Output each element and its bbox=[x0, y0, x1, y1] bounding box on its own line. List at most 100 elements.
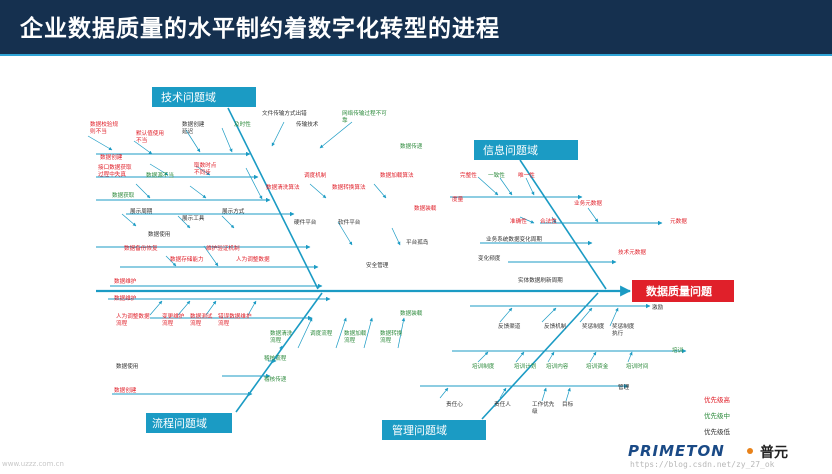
label-t12: 取数时点不同步 bbox=[194, 161, 217, 176]
label-m8: 培训计划 bbox=[514, 362, 537, 370]
label-i2: 一致性 bbox=[488, 171, 505, 179]
label-t4: 及时性 bbox=[234, 120, 251, 128]
fishbone-line bbox=[205, 300, 217, 316]
label-p6: 数据装载 bbox=[400, 309, 423, 317]
label-t10: 接口数据获取过程中失真 bbox=[98, 163, 132, 178]
fishbone-diagram: 数据校验规则不当默认值使用不当 数据创建延迟 及时性 文件传输方式出错传输技术 网络传输… bbox=[87, 87, 734, 440]
label-m5: 奖惩制度执行 bbox=[612, 322, 635, 337]
logo-dot-icon bbox=[747, 448, 753, 454]
fishbone-line bbox=[189, 185, 207, 199]
label-p3: 变更维护流程 bbox=[162, 312, 185, 327]
label-t19: 展示周期 bbox=[130, 208, 153, 215]
legend-low: 优先级低 bbox=[704, 427, 731, 436]
label-p4: 数据测试流程 bbox=[190, 312, 213, 327]
label-p11: 数据使用 bbox=[116, 362, 138, 370]
fishbone-line bbox=[373, 183, 387, 199]
label-i7: 业务元数据 bbox=[574, 199, 602, 207]
head-label: 数据质量问题 bbox=[646, 284, 713, 298]
fishbone-line bbox=[121, 213, 137, 227]
label-p5: 错误数据维护流程 bbox=[218, 312, 252, 327]
label-i12: 实体数据刷新周期 bbox=[518, 276, 563, 284]
label-m4: 奖惩制度 bbox=[582, 322, 605, 330]
label-t23: 硬件平台 bbox=[294, 218, 317, 226]
label-t28: 数据存储能力 bbox=[170, 255, 204, 263]
primeton-logo: PRIMETON 普元 bbox=[628, 442, 828, 462]
fishbone-line bbox=[589, 351, 597, 363]
label-i1: 完整性 bbox=[460, 171, 477, 179]
label-p8: 调度流程 bbox=[310, 329, 333, 337]
label-m6: 培训 bbox=[672, 346, 684, 354]
watermark-site: www.uzzz.com.cn bbox=[2, 460, 64, 468]
fishbone-line bbox=[319, 121, 353, 149]
label-t20: 展示工具 bbox=[182, 215, 205, 222]
label-m3: 反馈机制 bbox=[544, 322, 567, 330]
fishbone-line bbox=[221, 215, 235, 229]
label-i9: 业务系统数据变化周期 bbox=[486, 235, 542, 243]
label-m13: 责任心 bbox=[446, 400, 463, 408]
label-p7: 数据清洗流程 bbox=[270, 329, 293, 344]
fishbone-line bbox=[519, 159, 607, 290]
label-p2: 人为调整数据流程 bbox=[116, 312, 150, 327]
logo-chinese: 普元 bbox=[760, 445, 788, 461]
label-t1: 数据校验规则不当 bbox=[90, 120, 118, 135]
label-t14: 调度机制 bbox=[304, 171, 327, 179]
legend-high: 优先级高 bbox=[704, 395, 731, 404]
label-m15: 工作优先级 bbox=[532, 400, 555, 415]
label-t13: 数据获取 bbox=[112, 191, 135, 199]
label-t30: 安全管理 bbox=[366, 261, 389, 269]
label-t29: 人为调整数据 bbox=[236, 255, 270, 263]
fishbone-line bbox=[541, 307, 557, 323]
label-t6: 传输技术 bbox=[296, 120, 319, 128]
label-t22: 数据使用 bbox=[148, 230, 170, 238]
label-i6: 合法性 bbox=[540, 217, 557, 225]
fishbone-line bbox=[477, 351, 489, 363]
label-t3: 数据创建延迟 bbox=[182, 120, 205, 135]
label-t27: 平台孤岛 bbox=[406, 238, 429, 246]
fishbone-line bbox=[499, 177, 513, 196]
fishbone-line bbox=[177, 300, 191, 316]
label-t2: 默认值使用不当 bbox=[136, 129, 164, 144]
label-t24: 软件平台 bbox=[338, 218, 361, 226]
label-p9: 数据加载流程 bbox=[344, 329, 367, 344]
fishbone-line bbox=[587, 207, 599, 223]
label-t21: 展示方式 bbox=[222, 207, 245, 215]
label-i8: 元数据 bbox=[670, 217, 687, 225]
label-m16: 目标 bbox=[562, 400, 574, 408]
fishbone-line bbox=[627, 351, 633, 363]
title-bar: 企业数据质量的水平制约着数字化转型的进程 bbox=[0, 0, 832, 54]
fishbone-line bbox=[439, 387, 449, 399]
watermark-url: https://blog.csdn.net/zy_27_ok bbox=[630, 460, 775, 469]
domain-label-tech: 技术问题域 bbox=[161, 91, 216, 104]
label-i5: 准确性 bbox=[510, 217, 527, 225]
label-t25: 数据备份恢复 bbox=[124, 244, 158, 252]
label-m12: 管理 bbox=[618, 383, 630, 391]
fishbone-line bbox=[477, 176, 499, 196]
domain-label-process: 流程问题域 bbox=[152, 416, 207, 430]
fishbone-line bbox=[499, 307, 513, 323]
domain-label-info: 信息问题域 bbox=[483, 143, 538, 157]
fishbone-line bbox=[271, 121, 285, 147]
label-t5: 文件传输方式出错 bbox=[262, 109, 307, 117]
fishbone-line bbox=[515, 351, 525, 363]
label-t16: 数据转换算法 bbox=[332, 183, 366, 191]
label-p12: 稽核流程 bbox=[264, 354, 287, 362]
slide-title: 企业数据质量的水平制约着数字化转型的进程 bbox=[20, 16, 500, 42]
fishbone-line bbox=[221, 127, 233, 153]
label-t18: 数据装载 bbox=[414, 204, 437, 212]
fishbone-line bbox=[391, 227, 401, 246]
label-i4: 度量 bbox=[452, 195, 464, 203]
label-i11: 变化频度 bbox=[478, 254, 501, 262]
label-t7: 网络传输过程不可靠 bbox=[342, 109, 387, 124]
fishbone-line bbox=[135, 183, 151, 199]
logo-wordmark: PRIMETON bbox=[628, 442, 725, 460]
label-t17: 数据加载算法 bbox=[380, 171, 414, 179]
fishbone-line bbox=[149, 300, 163, 316]
fishbone-line bbox=[247, 300, 257, 316]
label-m10: 培训资金 bbox=[586, 362, 609, 370]
label-m1: 激励 bbox=[652, 303, 664, 311]
fishbone-line bbox=[309, 183, 327, 199]
fishbone-line bbox=[481, 292, 599, 420]
fishbone-line bbox=[547, 351, 555, 363]
label-t31: 数据维护 bbox=[114, 277, 137, 285]
label-p1: 数据维护 bbox=[114, 294, 137, 302]
